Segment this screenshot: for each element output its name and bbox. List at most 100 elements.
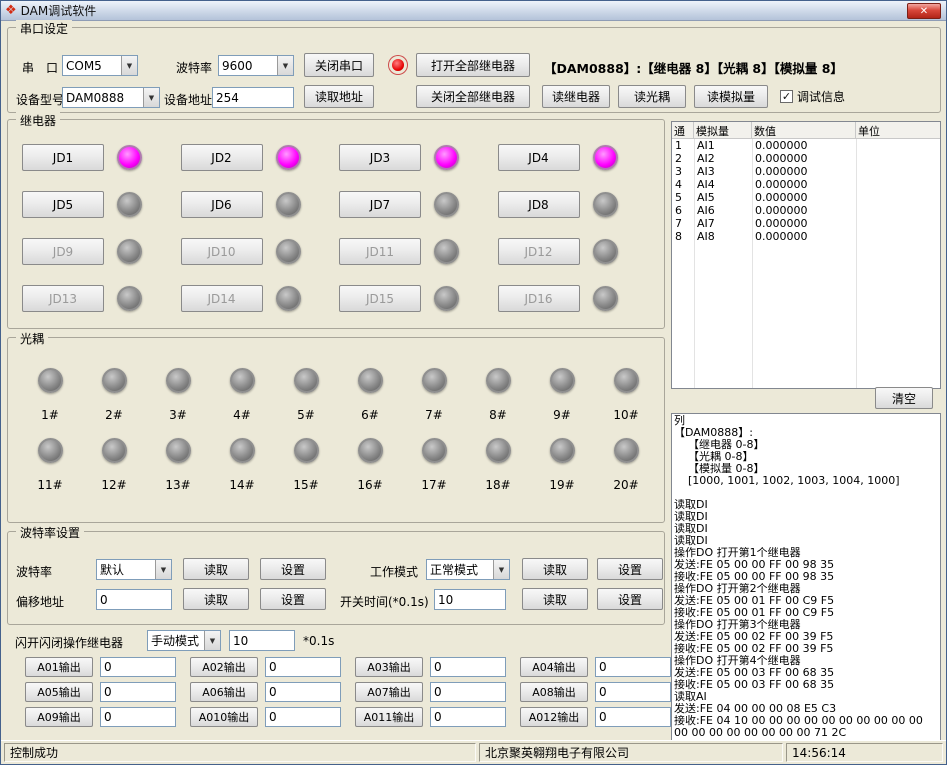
relay-button-jd9[interactable]: JD9 [22, 238, 104, 265]
relay-button-jd16[interactable]: JD16 [498, 285, 580, 312]
ao-value-input[interactable] [100, 657, 176, 677]
log-line: 接收:FE 05 00 00 FF 00 98 35 [674, 571, 938, 583]
table-cell: 0.000000 [752, 139, 856, 152]
relay-indicator [117, 145, 142, 170]
opto-label: 4# [233, 408, 251, 422]
log-line [674, 487, 938, 499]
switch-time-set-button[interactable]: 设置 [597, 588, 663, 610]
ao-button-a012输出[interactable]: A012输出 [520, 707, 588, 727]
ao-button-a010输出[interactable]: A010输出 [190, 707, 258, 727]
log-line: 接收:FE 05 00 03 FF 00 68 35 [674, 679, 938, 691]
ao-button-a011输出[interactable]: A011输出 [355, 707, 423, 727]
ao-value-input[interactable] [265, 657, 341, 677]
debug-info-checkbox[interactable]: ✓ 调试信息 [780, 88, 845, 105]
table-cell [856, 139, 940, 152]
ao-button-a06输出[interactable]: A06输出 [190, 682, 258, 702]
relay-cell: JD14 [181, 285, 340, 312]
baud-read-button[interactable]: 读取 [183, 558, 249, 580]
baud-select[interactable]: 9600 ▼ [218, 55, 294, 76]
relay-button-jd10[interactable]: JD10 [181, 238, 263, 265]
ao-button-a08输出[interactable]: A08输出 [520, 682, 588, 702]
log-line: 读取DI [674, 535, 938, 547]
switch-time-input[interactable] [434, 589, 506, 610]
opto-label: 10# [613, 408, 638, 422]
work-mode-read-button[interactable]: 读取 [522, 558, 588, 580]
read-analog-button[interactable]: 读模拟量 [694, 85, 768, 108]
log-line: 发送:FE 05 00 01 FF 00 C9 F5 [674, 595, 938, 607]
relay-button-jd6[interactable]: JD6 [181, 191, 263, 218]
relay-button-jd14[interactable]: JD14 [181, 285, 263, 312]
relay-cell: JD13 [22, 285, 181, 312]
baud-set-button[interactable]: 设置 [260, 558, 326, 580]
opto-cell: 5# [274, 356, 338, 422]
chevron-down-icon: ▼ [204, 631, 220, 650]
relay-indicator [276, 192, 301, 217]
close-button[interactable]: ✕ [907, 3, 941, 19]
ao-value-input[interactable] [430, 657, 506, 677]
open-all-relays-button[interactable]: 打开全部继电器 [416, 53, 530, 77]
relay-button-jd13[interactable]: JD13 [22, 285, 104, 312]
flash-mode-select[interactable]: 手动模式 ▼ [147, 630, 221, 651]
work-mode-set-button[interactable]: 设置 [597, 558, 663, 580]
offset-set-button[interactable]: 设置 [260, 588, 326, 610]
offset-read-button[interactable]: 读取 [183, 588, 249, 610]
relay-button-jd4[interactable]: JD4 [498, 144, 580, 171]
relay-button-jd15[interactable]: JD15 [339, 285, 421, 312]
relay-button-jd11[interactable]: JD11 [339, 238, 421, 265]
ao-button-a01输出[interactable]: A01输出 [25, 657, 93, 677]
group-title-relay: 继电器 [16, 112, 60, 129]
relay-button-jd5[interactable]: JD5 [22, 191, 104, 218]
opto-cell: 8# [466, 356, 530, 422]
table-cell [856, 152, 940, 165]
ao-value-input[interactable] [595, 657, 671, 677]
ao-value-input[interactable] [595, 682, 671, 702]
work-mode-select[interactable]: 正常模式 ▼ [426, 559, 510, 580]
column-header: 通 [672, 122, 694, 138]
offset-addr-input[interactable] [96, 589, 172, 610]
ao-button-a07输出[interactable]: A07输出 [355, 682, 423, 702]
table-cell: 0.000000 [752, 152, 856, 165]
ao-value-input[interactable] [430, 682, 506, 702]
ao-value-input[interactable] [265, 707, 341, 727]
device-addr-input[interactable] [212, 87, 294, 108]
baud-setting-select[interactable]: 默认 ▼ [96, 559, 172, 580]
ao-button-a05输出[interactable]: A05输出 [25, 682, 93, 702]
table-cell: 0.000000 [752, 178, 856, 191]
table-row: 1AI10.000000 [672, 139, 940, 152]
flash-time-input[interactable] [229, 630, 295, 651]
table-cell: AI7 [694, 217, 752, 230]
ao-cell: A06输出 [190, 682, 355, 702]
log-area[interactable]: 列【DAM0888】: 【继电器 0-8】 【光耦 0-8】 【模拟量 0-8】… [671, 413, 941, 741]
ao-value-input[interactable] [100, 707, 176, 727]
read-opto-button[interactable]: 读光耦 [618, 85, 686, 108]
close-all-relays-button[interactable]: 关闭全部继电器 [416, 85, 530, 108]
close-port-button[interactable]: 关闭串口 [304, 53, 374, 77]
relay-button-jd2[interactable]: JD2 [181, 144, 263, 171]
relay-cell: JD12 [498, 238, 657, 265]
chevron-down-icon: ▼ [121, 56, 137, 75]
clear-button[interactable]: 清空 [875, 387, 933, 409]
relay-button-jd1[interactable]: JD1 [22, 144, 104, 171]
ao-button-a04输出[interactable]: A04输出 [520, 657, 588, 677]
relay-button-jd7[interactable]: JD7 [339, 191, 421, 218]
port-status-led [392, 59, 404, 71]
read-relay-button[interactable]: 读继电器 [542, 85, 610, 108]
ao-button-a02输出[interactable]: A02输出 [190, 657, 258, 677]
ao-value-input[interactable] [430, 707, 506, 727]
ao-button-a03输出[interactable]: A03输出 [355, 657, 423, 677]
ao-value-input[interactable] [265, 682, 341, 702]
table-cell: 0.000000 [752, 204, 856, 217]
analog-table[interactable]: 通 模拟量 数值 单位 1AI10.0000002AI20.0000003AI3… [671, 121, 941, 389]
opto-cell: 16# [338, 426, 402, 492]
read-addr-button[interactable]: 读取地址 [304, 85, 374, 108]
switch-time-read-button[interactable]: 读取 [522, 588, 588, 610]
relay-button-jd8[interactable]: JD8 [498, 191, 580, 218]
ao-button-a09输出[interactable]: A09输出 [25, 707, 93, 727]
com-port-select[interactable]: COM5 ▼ [62, 55, 138, 76]
ao-value-input[interactable] [595, 707, 671, 727]
relay-button-jd3[interactable]: JD3 [339, 144, 421, 171]
ao-value-input[interactable] [100, 682, 176, 702]
device-model-select[interactable]: DAM0888 ▼ [62, 87, 160, 108]
relay-button-jd12[interactable]: JD12 [498, 238, 580, 265]
opto-indicator [358, 368, 383, 393]
